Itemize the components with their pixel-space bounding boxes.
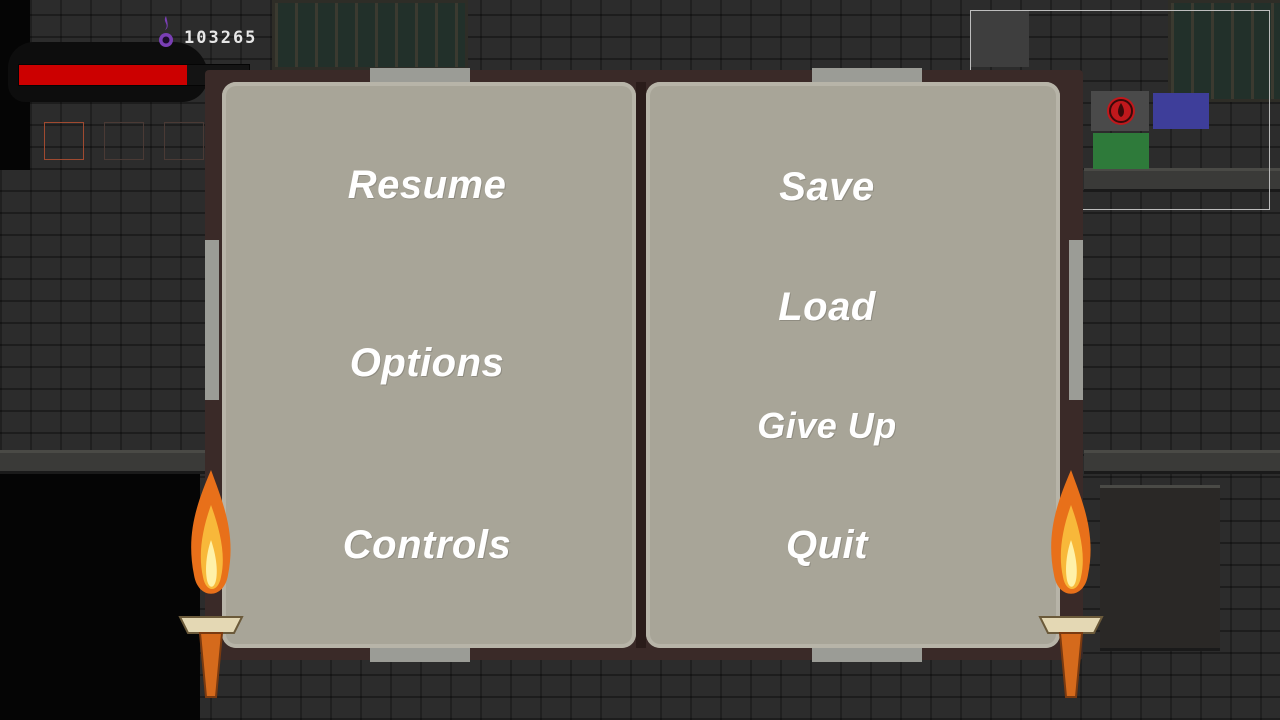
soul-count: 103265	[184, 28, 258, 48]
door-frame	[1100, 485, 1220, 651]
book-clasp-left	[205, 240, 219, 400]
health-bar-fill	[19, 65, 187, 85]
item-slot-2	[104, 122, 144, 160]
item-slot-3	[164, 122, 204, 160]
save-button[interactable]: Save	[677, 165, 977, 210]
book-clasp-top-right	[812, 68, 922, 82]
book-clasp-top-left	[370, 68, 470, 82]
soul-flame-icon	[159, 16, 173, 47]
minimap-room-green	[1093, 133, 1149, 169]
item-slot-1	[44, 122, 84, 160]
book-clasp-right	[1069, 240, 1083, 400]
blood-drop-icon	[1107, 97, 1135, 125]
load-button[interactable]: Load	[677, 285, 977, 330]
torch-icon	[1038, 470, 1104, 698]
book-clasp-bottom-left	[370, 648, 470, 662]
minimap-room	[971, 11, 1029, 67]
grate-top	[272, 0, 468, 70]
resume-button[interactable]: Resume	[277, 163, 577, 208]
book-spine	[636, 82, 646, 648]
give-up-button[interactable]: Give Up	[677, 405, 977, 447]
options-button[interactable]: Options	[277, 341, 577, 386]
quit-button[interactable]: Quit	[677, 523, 977, 568]
dark-void-left	[0, 470, 200, 720]
controls-button[interactable]: Controls	[277, 523, 577, 568]
book-clasp-bottom-right	[812, 648, 922, 662]
torch-icon	[178, 470, 244, 698]
minimap-room-blue	[1153, 93, 1209, 129]
wall-ledge-right-lower	[1084, 450, 1280, 474]
